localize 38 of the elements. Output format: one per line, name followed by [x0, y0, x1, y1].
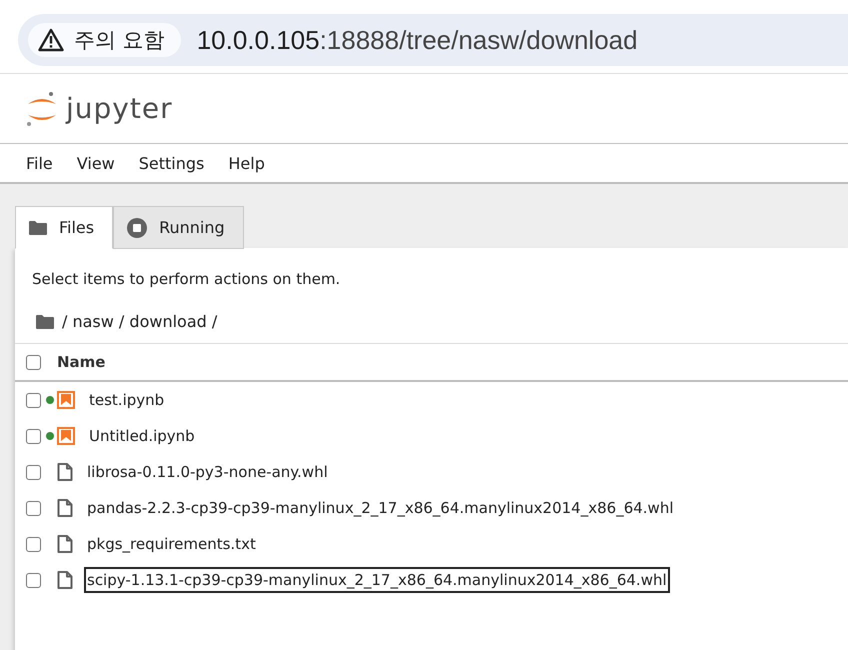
menu-item[interactable]: Settings [128, 150, 214, 176]
row-checkbox[interactable] [26, 428, 41, 444]
select-all-checkbox[interactable] [26, 354, 41, 370]
file-icon [57, 499, 73, 517]
file-name[interactable]: test.ipynb [86, 387, 168, 413]
folder-icon [29, 220, 47, 234]
warning-icon [38, 28, 64, 52]
menu-item[interactable]: Help [218, 150, 275, 176]
url-host: 10.0.0.105 [196, 24, 320, 54]
menu-item[interactable]: View [66, 150, 125, 176]
file-icon [57, 535, 73, 553]
file-name[interactable]: pandas-2.2.3-cp39-cp39-manylinux_2_17_x86_64.manylinux2014_x86_64.whl [84, 495, 676, 521]
column-header[interactable]: Name [57, 353, 106, 371]
menu-item[interactable]: File [16, 150, 63, 176]
logo-text: jupyter [66, 92, 173, 125]
address-bar[interactable]: 주의 요함 10.0.0.105:18888/tree/nasw/download [18, 14, 848, 66]
file-name[interactable]: pkgs_requirements.txt [84, 531, 259, 557]
row-checkbox[interactable] [26, 464, 41, 480]
stop-icon [127, 218, 148, 238]
file-icon [57, 463, 73, 481]
hint-text: Select items to perform actions on them. [31, 269, 342, 288]
file-name[interactable]: librosa-0.11.0-py3-none-any.whl [84, 459, 331, 485]
file-name[interactable]: Untitled.ipynb [86, 423, 198, 449]
breadcrumb[interactable]: / nasw / download / [62, 312, 218, 331]
tab[interactable]: Files [15, 206, 114, 249]
notebook-icon [57, 391, 75, 409]
folder-icon [36, 314, 54, 328]
logo-icon [26, 90, 58, 126]
notebook-icon [57, 427, 75, 445]
file-name[interactable]: scipy-1.13.1-cp39-cp39-manylinux_2_17_x86_64.manylinux2014_x86_64.whl [84, 567, 670, 593]
row-checkbox[interactable] [26, 572, 41, 588]
row-checkbox[interactable] [26, 536, 41, 552]
file-icon [57, 571, 73, 589]
security-chip[interactable]: 주의 요함 [28, 23, 181, 57]
tab[interactable]: Running [113, 206, 244, 249]
row-checkbox[interactable] [26, 500, 41, 516]
url-path: :18888/tree/nasw/download [320, 24, 638, 54]
row-checkbox[interactable] [26, 392, 41, 408]
